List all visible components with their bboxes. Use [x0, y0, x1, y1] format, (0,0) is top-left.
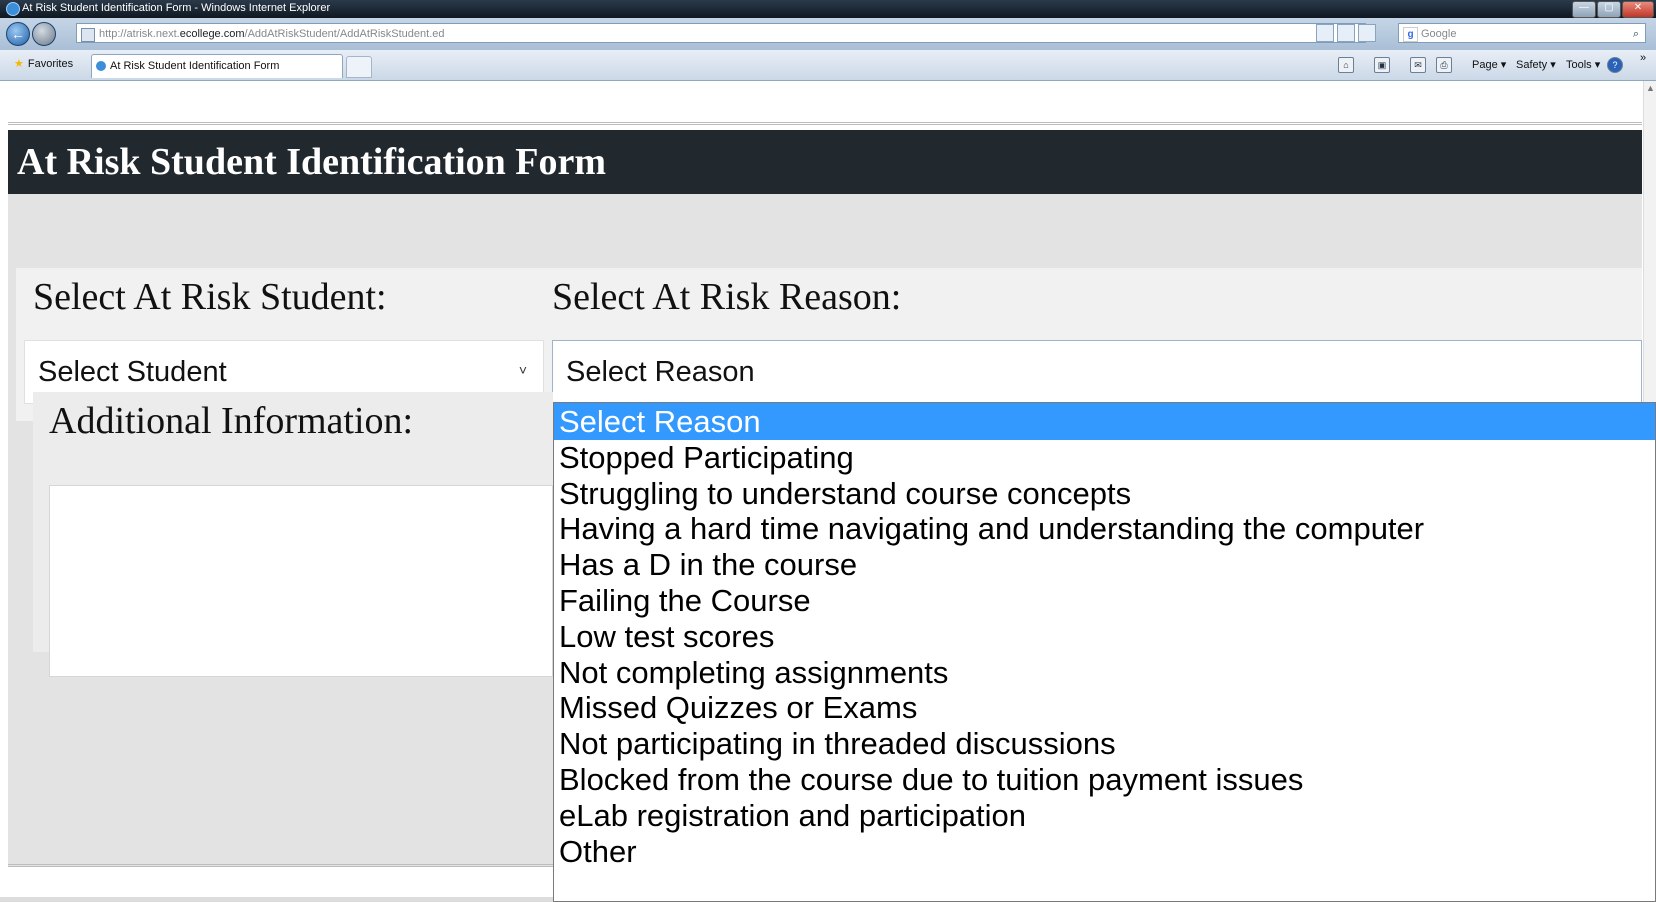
dropdown-option[interactable]: Not completing assignments — [554, 654, 1655, 691]
back-arrow-icon: ← — [11, 26, 25, 42]
refresh-icon[interactable] — [1337, 24, 1355, 42]
search-icon[interactable]: ⌕ — [1633, 24, 1639, 44]
additional-info-label: Additional Information: — [49, 400, 414, 442]
dropdown-option[interactable]: Select Reason — [554, 403, 1655, 440]
additional-info-textarea[interactable] — [49, 485, 553, 677]
google-logo-icon: g — [1403, 27, 1418, 42]
star-icon: ★ — [14, 58, 24, 70]
safety-menu[interactable]: Safety ▾ — [1516, 58, 1556, 71]
student-label: Select At Risk Student: — [33, 276, 387, 318]
page-title: At Risk Student Identification Form — [8, 130, 1642, 194]
reason-dropdown-list[interactable]: Select Reason Stopped Participating Strugg… — [553, 402, 1656, 902]
navigation-bar: ← http://atrisk.next.ecollege.com/AddAtR… — [0, 18, 1656, 50]
scroll-up-icon[interactable]: ▲ — [1646, 83, 1655, 93]
top-divider — [8, 122, 1642, 125]
page-icon — [81, 28, 95, 42]
new-tab-button[interactable] — [346, 56, 372, 78]
window-title: At Risk Student Identification Form - Wi… — [22, 2, 331, 14]
stop-icon[interactable] — [1358, 24, 1376, 42]
reason-label: Select At Risk Reason: — [552, 276, 902, 318]
search-placeholder: Google — [1421, 28, 1457, 40]
print-icon[interactable]: ⎙ — [1436, 57, 1452, 73]
forward-button[interactable] — [32, 22, 56, 46]
back-button[interactable]: ← — [6, 22, 30, 46]
overflow-chevron-icon[interactable]: » — [1640, 52, 1646, 64]
tools-menu[interactable]: Tools ▾ — [1566, 58, 1600, 71]
compatibility-view-icon[interactable] — [1316, 24, 1334, 42]
dropdown-option[interactable]: Blocked from the course due to tuition p… — [554, 761, 1655, 798]
dropdown-option[interactable]: Failing the Course — [554, 582, 1655, 619]
dropdown-option[interactable]: Stopped Participating — [554, 439, 1655, 476]
dropdown-option[interactable]: eLab registration and participation — [554, 797, 1655, 834]
maximize-icon: ▢ — [1604, 2, 1614, 13]
window-title-bar: At Risk Student Identification Form - Wi… — [0, 0, 1656, 18]
close-button[interactable]: ✕ — [1622, 1, 1654, 18]
home-icon[interactable]: ⌂ — [1338, 57, 1354, 73]
dropdown-option[interactable]: Not participating in threaded discussion… — [554, 725, 1655, 762]
dropdown-option[interactable]: Other — [554, 833, 1655, 870]
dropdown-option[interactable]: Has a D in the course — [554, 546, 1655, 583]
tab-ie-icon — [96, 61, 106, 71]
search-box[interactable]: g Google ⌕ — [1398, 23, 1646, 43]
close-icon: ✕ — [1633, 2, 1643, 13]
feeds-icon[interactable]: ▣ — [1374, 57, 1390, 73]
dropdown-option[interactable]: Low test scores — [554, 618, 1655, 655]
dropdown-option[interactable]: Missed Quizzes or Exams — [554, 689, 1655, 726]
address-prefix: http://atrisk.next. — [99, 28, 180, 40]
dropdown-option[interactable]: Struggling to understand course concepts — [554, 475, 1655, 512]
maximize-button[interactable]: ▢ — [1597, 1, 1621, 18]
page-menu[interactable]: Page ▾ — [1472, 58, 1506, 71]
dropdown-option[interactable]: Having a hard time navigating and unders… — [554, 510, 1655, 547]
ie-logo-icon — [6, 2, 20, 16]
address-bar[interactable]: http://atrisk.next.ecollege.com/AddAtRis… — [76, 23, 1366, 43]
reason-select[interactable]: Select Reason — [552, 340, 1642, 404]
tab-active[interactable]: At Risk Student Identification Form — [91, 54, 343, 78]
tab-label: At Risk Student Identification Form — [110, 60, 280, 72]
tab-bar: ★ Favorites At Risk Student Identificatio… — [0, 50, 1656, 81]
favorites-label: Favorites — [27, 58, 74, 70]
student-select-value: Select Student — [38, 356, 227, 388]
help-icon[interactable]: ? — [1607, 57, 1623, 73]
minimize-icon: — — [1579, 2, 1589, 13]
address-path: /AddAtRiskStudent/AddAtRiskStudent.ed — [244, 28, 445, 40]
reason-select-value: Select Reason — [566, 356, 755, 388]
favorites-button[interactable]: ★ Favorites — [14, 57, 73, 70]
minimize-button[interactable]: — — [1572, 1, 1596, 18]
mail-icon[interactable]: ✉ — [1410, 57, 1426, 73]
address-domain: ecollege.com — [179, 28, 245, 40]
